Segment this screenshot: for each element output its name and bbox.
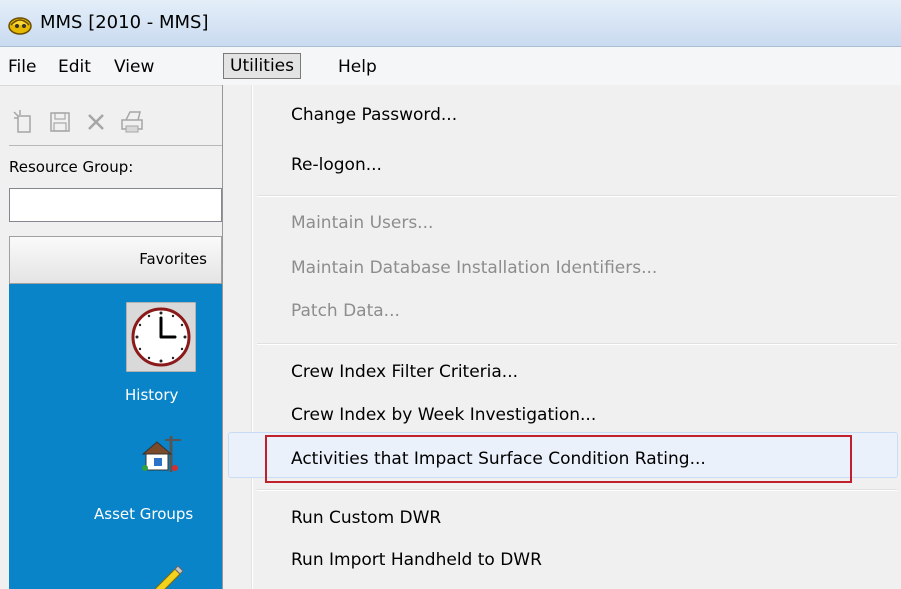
title-bar: MMS [2010 - MMS]: [0, 0, 901, 47]
toolbar-divider: [9, 145, 222, 146]
left-panel: Resource Group: Favorites History Asset …: [0, 86, 222, 589]
menu-edit[interactable]: Edit: [52, 56, 97, 82]
shortcut-history-label[interactable]: History: [125, 386, 178, 404]
shortcut-asset-groups-label[interactable]: Asset Groups: [94, 505, 193, 523]
tab-favorites[interactable]: Favorites: [9, 236, 222, 284]
delete-icon[interactable]: [82, 108, 110, 136]
menu-item-crew-index-filter[interactable]: Crew Index Filter Criteria...: [291, 362, 518, 382]
window-title: MMS [2010 - MMS]: [40, 12, 209, 33]
house-icon[interactable]: [139, 432, 185, 474]
menu-item-run-custom-dwr[interactable]: Run Custom DWR: [291, 508, 441, 528]
resource-group-label: Resource Group:: [9, 158, 134, 176]
menu-file[interactable]: File: [2, 56, 42, 82]
new-icon[interactable]: [10, 108, 38, 136]
menu-item-crew-index-week[interactable]: Crew Index by Week Investigation...: [291, 405, 596, 425]
menu-item-change-password[interactable]: Change Password...: [291, 105, 457, 125]
clock-icon[interactable]: [126, 302, 196, 372]
menu-utilities[interactable]: Utilities: [223, 53, 301, 79]
annotation-highlight-box: [265, 435, 852, 483]
menu-separator: [257, 489, 897, 491]
save-icon[interactable]: [46, 108, 74, 136]
menu-item-run-import-handheld[interactable]: Run Import Handheld to DWR: [291, 550, 542, 570]
menu-gutter-highlight: [252, 85, 253, 589]
menu-item-maintain-db-identifiers[interactable]: Maintain Database Installation Identifie…: [291, 258, 657, 278]
app-logo-icon: [8, 17, 32, 35]
menu-bar: File Edit View Utilities Help: [0, 47, 901, 86]
resource-group-field[interactable]: [9, 188, 222, 222]
print-icon[interactable]: [118, 108, 146, 136]
menu-separator: [257, 343, 897, 345]
menu-item-re-logon[interactable]: Re-logon...: [291, 155, 382, 175]
tab-favorites-label: Favorites: [139, 250, 207, 268]
menu-separator: [257, 195, 897, 197]
utilities-menu: Change Password... Re-logon... Maintain …: [222, 85, 901, 589]
pencil-icon[interactable]: [147, 564, 183, 589]
menu-item-patch-data[interactable]: Patch Data...: [291, 301, 400, 321]
shortcut-panel: History Asset Groups: [9, 284, 222, 589]
menu-item-maintain-users[interactable]: Maintain Users...: [291, 213, 433, 233]
menu-help[interactable]: Help: [332, 56, 383, 82]
menu-view[interactable]: View: [108, 56, 160, 82]
